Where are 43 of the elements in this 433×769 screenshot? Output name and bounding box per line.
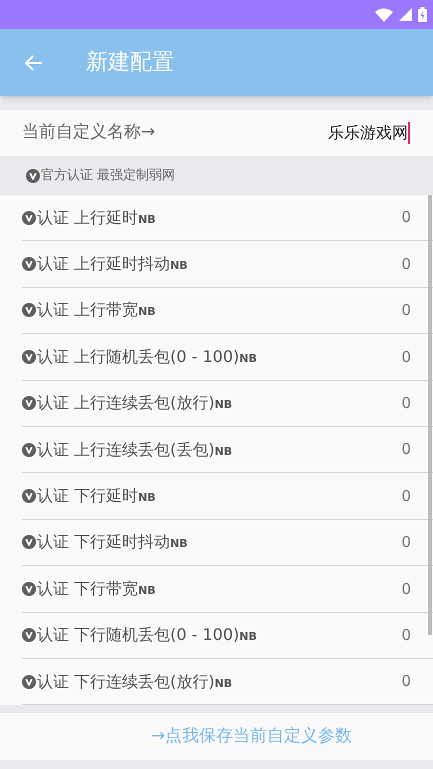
back-arrow-icon: [25, 54, 43, 70]
verified-icon: [22, 396, 36, 410]
param-value: 0: [401, 578, 411, 600]
verified-icon: [22, 628, 36, 642]
param-value: 0: [401, 300, 411, 322]
param-label: 认证 下行延时NB: [37, 485, 156, 508]
section-header: 官方认证 最强定制弱网: [41, 166, 176, 185]
verified-icon: [22, 489, 36, 504]
param-label: 认证 下行带宽NB: [37, 578, 156, 600]
param-value: 0: [401, 532, 411, 554]
param-row[interactable]: 认证 下行连续丢包(放行)NB 0: [22, 658, 433, 706]
param-label: 认证 下行延时抖动NB: [37, 531, 188, 554]
param-label: 认证 下行连续丢包(放行)NB: [37, 670, 232, 693]
param-value: 0: [401, 207, 411, 228]
param-value: 0: [401, 393, 411, 414]
verified-icon: [22, 210, 36, 225]
param-value: 0: [401, 671, 411, 692]
verified-icon: [22, 350, 36, 364]
param-value: 0: [401, 346, 411, 368]
signal-icon: [399, 8, 412, 21]
param-label: 认证 上行随机丢包(0 - 100)NB: [37, 346, 257, 368]
param-label: 认证 上行带宽NB: [37, 299, 156, 322]
param-label: 认证 上行延时抖动NB: [37, 253, 188, 276]
param-label: 认证 上行延时NB: [37, 206, 156, 229]
param-label: 认证 下行随机丢包(0 - 100)NB: [37, 624, 257, 646]
param-value: 0: [401, 624, 411, 646]
verified-icon: [22, 303, 36, 318]
param-label: 认证 上行连续丢包(丢包)NB: [37, 438, 232, 461]
param-value: 0: [401, 439, 411, 460]
verified-icon: [22, 535, 36, 550]
verified-icon: [22, 442, 36, 457]
verified-icon: [22, 257, 36, 272]
name-input[interactable]: 乐乐游戏网: [328, 121, 410, 145]
verified-icon: [26, 168, 40, 182]
name-label: 当前自定义名称→: [22, 121, 156, 144]
param-value: 0: [401, 254, 411, 275]
battery-icon: [418, 7, 427, 22]
verified-icon: [22, 582, 36, 596]
page-title: 新建配置: [86, 49, 174, 77]
wifi-icon: [375, 8, 393, 22]
verified-icon: [22, 674, 36, 689]
param-label: 认证 上行连续丢包(放行)NB: [37, 392, 232, 414]
param-value: 0: [401, 486, 411, 507]
